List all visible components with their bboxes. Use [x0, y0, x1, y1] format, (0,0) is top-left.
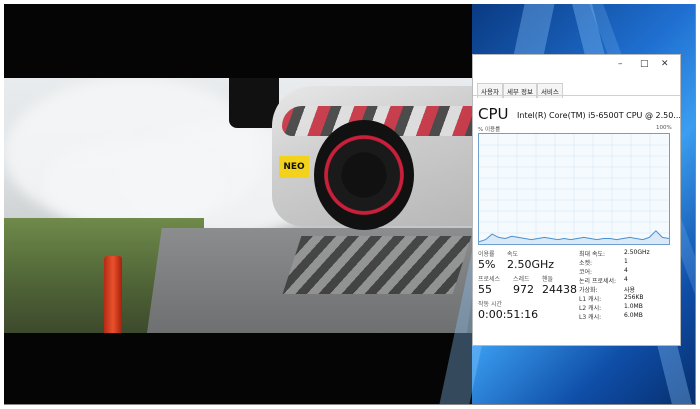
spec-value: 6.0MB: [624, 312, 643, 319]
uptime-value: 0:00:51:16: [478, 308, 539, 321]
graph-max-label: 100%: [656, 125, 672, 131]
spec-label: L1 캐시:: [579, 296, 602, 303]
minimize-button[interactable]: –: [618, 59, 623, 69]
orange-pole: [104, 256, 122, 333]
processes-value: 55: [478, 283, 492, 296]
utilization-value: 5%: [478, 258, 496, 271]
graph-label: % 이용률: [478, 127, 501, 133]
spec-label: 논리 프로세서:: [579, 278, 617, 285]
spec-value: 4: [624, 276, 628, 283]
track-curb: [282, 236, 472, 294]
neo-sticker: NEO: [279, 156, 309, 178]
car-wheel: [314, 120, 414, 230]
spec-value: 2.50GHz: [624, 249, 650, 256]
spec-label: 최대 속도:: [579, 251, 606, 258]
maximize-button[interactable]: □: [640, 59, 649, 69]
task-manager-window: – □ ✕ 사용자 세부 정보 서비스 CPU Intel(R) Core(TM…: [472, 54, 681, 346]
cpu-model: Intel(R) Core(TM) i5-6500T CPU @ 2.50...: [517, 111, 681, 120]
tab-divider: [473, 95, 680, 96]
speed-value: 2.50GHz: [507, 258, 555, 271]
screen-frame: NEO – □ ✕ 사용자 세부 정보 서비스 CPU Intel(R) Cor…: [4, 4, 696, 405]
spec-label: 가상화:: [579, 287, 598, 294]
spec-value: 4: [624, 267, 628, 274]
utilization-label: 이용률: [478, 251, 495, 258]
cpu-usage-graph: [478, 133, 670, 245]
processes-label: 프로세스: [478, 276, 501, 283]
spec-value: 256KB: [624, 294, 644, 301]
close-button[interactable]: ✕: [661, 59, 669, 69]
uptime-label: 작동 시간: [478, 301, 502, 308]
spec-value: 1: [624, 258, 628, 265]
page-title: CPU: [478, 105, 509, 123]
spec-label: 코어:: [579, 269, 593, 276]
threads-value: 972: [513, 283, 534, 296]
spec-label: L2 캐시:: [579, 305, 602, 312]
video-frame: NEO: [4, 78, 472, 333]
video-player[interactable]: NEO: [4, 4, 472, 404]
speed-label: 속도: [507, 251, 519, 258]
spec-value: 1.0MB: [624, 303, 643, 310]
spec-label: 소켓:: [579, 260, 593, 267]
spec-label: L3 캐시:: [579, 314, 602, 321]
cpu-graph-svg: [479, 134, 669, 244]
handles-value: 24438: [542, 283, 577, 296]
spec-value: 사용: [624, 287, 636, 294]
threads-label: 스레드: [513, 276, 530, 283]
handles-label: 핸들: [542, 276, 554, 283]
